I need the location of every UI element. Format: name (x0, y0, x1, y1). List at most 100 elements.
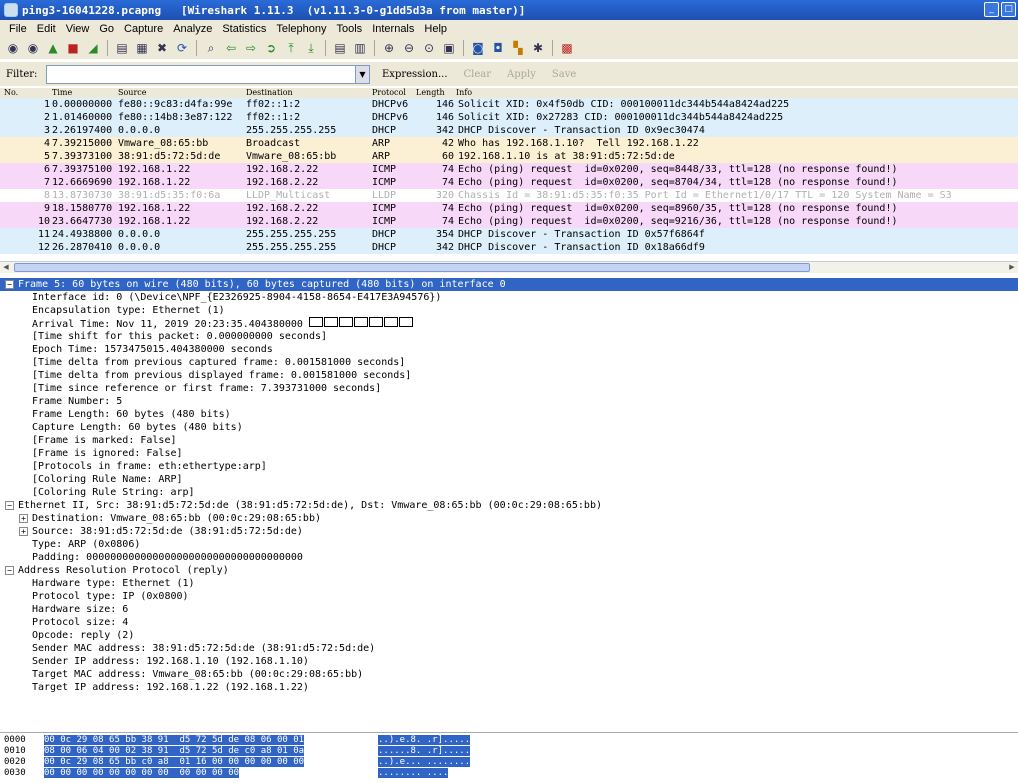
menu-help[interactable]: Help (419, 23, 452, 35)
collapse-icon[interactable]: − (5, 280, 14, 289)
packet-row[interactable]: 8 13.8730730 38:91:d5:35:f0:6a LLDP_Multica… (0, 189, 1018, 202)
column-time[interactable]: Time (52, 88, 72, 98)
column-protocol[interactable]: Protocol (372, 88, 406, 98)
go-back-icon[interactable]: ⇦ (222, 39, 240, 57)
collapse-icon[interactable]: − (5, 501, 14, 510)
scroll-left-icon[interactable]: ◀ (0, 262, 12, 273)
detail-line[interactable]: Target IP address: 192.168.1.22 (192.168… (0, 681, 1018, 694)
detail-line[interactable]: Protocol type: IP (0x0800) (0, 590, 1018, 603)
packet-row[interactable]: 4 7.39215000 Vmware_08:65:bb Broadcast ARP 42… (0, 137, 1018, 150)
column-destination[interactable]: Destination (246, 88, 293, 98)
packet-row[interactable]: 10 23.6647730 192.168.1.22 192.168.2.22 ICMP… (0, 215, 1018, 228)
column-length[interactable]: Length (416, 88, 445, 98)
open-file-icon[interactable]: ▤ (113, 39, 131, 57)
collapse-icon[interactable]: − (5, 566, 14, 575)
detail-line[interactable]: Interface id: 0 (\Device\NPF_{E2326925-8… (0, 291, 1018, 304)
detail-line[interactable]: Target MAC address: Vmware_08:65:bb (00:… (0, 668, 1018, 681)
detail-line[interactable]: Arrival Time: Nov 11, 2019 20:23:35.4043… (0, 317, 1018, 330)
detail-line[interactable]: [Time shift for this packet: 0.000000000… (0, 330, 1018, 343)
detail-line[interactable]: Encapsulation type: Ethernet (1) (0, 304, 1018, 317)
packet-row[interactable]: 7 12.6669690 192.168.1.22 192.168.2.22 ICMP 7… (0, 176, 1018, 189)
detail-line[interactable]: + Source: 38:91:d5:72:5d:de (38:91:d5:72:… (0, 525, 1018, 538)
start-capture-icon[interactable]: ▲ (44, 39, 62, 57)
menu-analyze[interactable]: Analyze (168, 23, 217, 35)
menu-go[interactable]: Go (94, 23, 119, 35)
resize-columns-icon[interactable]: ▣ (440, 39, 458, 57)
column-source[interactable]: Source (118, 88, 147, 98)
packet-row[interactable]: 9 18.1580770 192.168.1.22 192.168.2.22 ICMP 7… (0, 202, 1018, 215)
preferences-icon[interactable]: ✱ (529, 39, 547, 57)
zoom-in-icon[interactable]: ⊕ (380, 39, 398, 57)
maximize-icon[interactable]: □ (1001, 2, 1016, 17)
colorize-icon[interactable]: ▤ (331, 39, 349, 57)
capture-filters-icon[interactable]: ◙ (469, 39, 487, 57)
menu-statistics[interactable]: Statistics (217, 23, 271, 35)
detail-line[interactable]: − Address Resolution Protocol (reply) (0, 564, 1018, 577)
filter-dropdown-icon[interactable]: ▼ (356, 64, 370, 84)
menu-view[interactable]: View (61, 23, 95, 35)
detail-line[interactable]: Frame Number: 5 (0, 395, 1018, 408)
options-icon[interactable]: ◉ (24, 39, 42, 57)
detail-line[interactable]: Opcode: reply (2) (0, 629, 1018, 642)
detail-line[interactable]: [Coloring Rule String: arp] (0, 486, 1018, 499)
detail-line[interactable]: Epoch Time: 1573475015.404380000 seconds (0, 343, 1018, 356)
scrollbar-thumb[interactable] (14, 263, 810, 272)
detail-line[interactable]: Sender MAC address: 38:91:d5:72:5d:de (3… (0, 642, 1018, 655)
minimize-icon[interactable]: _ (984, 2, 999, 17)
detail-line[interactable]: − Frame 5: 60 bytes on wire (480 bits), 6… (0, 278, 1018, 291)
find-packet-icon[interactable]: ⌕ (202, 39, 220, 57)
menu-tools[interactable]: Tools (332, 23, 368, 35)
expand-icon[interactable]: + (19, 527, 28, 536)
display-filter-input[interactable] (46, 64, 356, 84)
clear-button[interactable]: Clear (456, 69, 500, 80)
detail-line[interactable]: [Frame is ignored: False] (0, 447, 1018, 460)
zoom-out-icon[interactable]: ⊖ (400, 39, 418, 57)
menu-telephony[interactable]: Telephony (271, 23, 331, 35)
close-file-icon[interactable]: ✖ (153, 39, 171, 57)
go-to-packet-icon[interactable]: ➲ (262, 39, 280, 57)
interfaces-icon[interactable]: ◉ (4, 39, 22, 57)
packet-row[interactable]: 6 7.39375100 192.168.1.22 192.168.2.22 ICMP 7… (0, 163, 1018, 176)
apply-button[interactable]: Apply (499, 69, 544, 80)
save-button[interactable]: Save (544, 69, 584, 80)
menu-capture[interactable]: Capture (119, 23, 168, 35)
detail-line[interactable]: [Time delta from previous captured frame… (0, 356, 1018, 369)
autoscroll-icon[interactable]: ▥ (351, 39, 369, 57)
packet-row[interactable]: 1 0.00000000 fe80::9c83:d4fa:99e ff02::1:2 D… (0, 98, 1018, 111)
help-icon[interactable]: ▩ (558, 39, 576, 57)
column-no[interactable]: No. (4, 88, 18, 98)
coloring-rules-icon[interactable]: ▚ (509, 39, 527, 57)
detail-line[interactable]: − Ethernet II, Src: 38:91:d5:72:5d:de (38… (0, 499, 1018, 512)
detail-line[interactable]: Capture Length: 60 bytes (480 bits) (0, 421, 1018, 434)
detail-line[interactable]: [Time delta from previous displayed fram… (0, 369, 1018, 382)
menu-internals[interactable]: Internals (367, 23, 419, 35)
stop-capture-icon[interactable]: ■ (64, 39, 82, 57)
zoom-normal-icon[interactable]: ⊙ (420, 39, 438, 57)
menu-edit[interactable]: Edit (32, 23, 61, 35)
detail-line[interactable]: Hardware type: Ethernet (1) (0, 577, 1018, 590)
reload-icon[interactable]: ⟳ (173, 39, 191, 57)
detail-line[interactable]: Frame Length: 60 bytes (480 bits) (0, 408, 1018, 421)
detail-line[interactable]: Padding: 0000000000000000000000000000000… (0, 551, 1018, 564)
packet-list-hscrollbar[interactable]: ◀ ▶ (0, 261, 1018, 273)
first-packet-icon[interactable]: ⤒ (282, 39, 300, 57)
packet-row[interactable]: 3 2.26197400 0.0.0.0 255.255.255.255 DHCP 342… (0, 124, 1018, 137)
detail-line[interactable]: [Frame is marked: False] (0, 434, 1018, 447)
detail-line[interactable]: + Destination: Vmware_08:65:bb (00:0c:29:… (0, 512, 1018, 525)
last-packet-icon[interactable]: ⤓ (302, 39, 320, 57)
detail-line[interactable]: [Coloring Rule Name: ARP] (0, 473, 1018, 486)
menu-file[interactable]: File (4, 23, 32, 35)
detail-line[interactable]: [Time since reference or first frame: 7.… (0, 382, 1018, 395)
column-info[interactable]: Info (456, 88, 472, 98)
packet-row[interactable]: 5 7.39373100 38:91:d5:72:5d:de Vmware_08:65… (0, 150, 1018, 163)
expression-button[interactable]: Expression... (374, 69, 456, 80)
display-filters-icon[interactable]: ◘ (489, 39, 507, 57)
packet-row[interactable]: 2 1.01460000 fe80::14b8:3e87:122 ff02::1:2 D… (0, 111, 1018, 124)
detail-line[interactable]: Protocol size: 4 (0, 616, 1018, 629)
packet-row[interactable]: 12 26.2870410 0.0.0.0 255.255.255.255 DHCP 34… (0, 241, 1018, 254)
packet-row[interactable]: 11 24.4938800 0.0.0.0 255.255.255.255 DHCP 35… (0, 228, 1018, 241)
detail-line[interactable]: Sender IP address: 192.168.1.10 (192.168… (0, 655, 1018, 668)
go-forward-icon[interactable]: ⇨ (242, 39, 260, 57)
restart-capture-icon[interactable]: ◢ (84, 39, 102, 57)
detail-line[interactable]: Type: ARP (0x0806) (0, 538, 1018, 551)
